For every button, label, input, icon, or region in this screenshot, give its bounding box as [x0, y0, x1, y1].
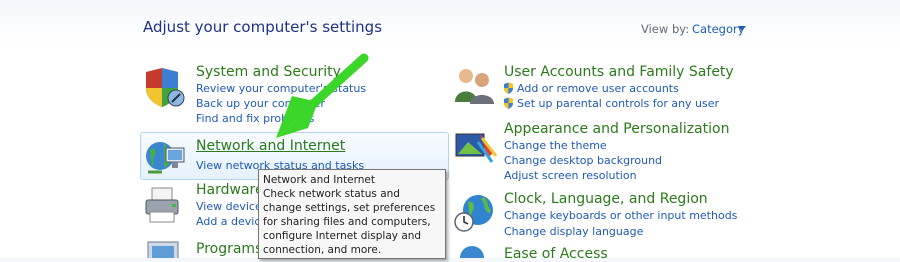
link-change-background[interactable]: Change desktop background	[504, 154, 662, 167]
link-change-display-language[interactable]: Change display language	[504, 225, 643, 238]
ease-of-access-icon	[460, 246, 484, 258]
view-by-label: View by:	[641, 22, 690, 36]
link-add-device[interactable]: Add a device	[196, 215, 267, 228]
view-by-dropdown[interactable]: Category	[692, 22, 745, 36]
printer-icon	[145, 187, 179, 223]
network-globe-icon	[146, 142, 185, 174]
link-adjust-resolution[interactable]: Adjust screen resolution	[504, 169, 637, 182]
link-parental-controls[interactable]: Set up parental controls for any user	[503, 97, 719, 110]
tooltip-body: Check network status and change settings…	[263, 188, 436, 256]
tooltip-network-internet: Network and Internet Check network statu…	[258, 169, 446, 259]
uac-shield-icon	[504, 82, 513, 94]
page-title: Adjust your computer's settings	[143, 18, 383, 36]
link-add-remove-accounts[interactable]: Add or remove user accounts	[503, 82, 679, 95]
uac-shield-icon	[504, 97, 513, 109]
tooltip-title: Network and Internet	[263, 174, 375, 186]
programs-icon	[147, 241, 179, 258]
category-ease-of-access[interactable]: Ease of Access	[504, 246, 608, 262]
category-appearance[interactable]: Appearance and Personalization	[504, 121, 729, 137]
clock-globe-icon	[454, 195, 493, 232]
link-change-keyboards[interactable]: Change keyboards or other input methods	[504, 209, 737, 222]
green-arrow-annotation	[276, 53, 369, 138]
link-parental-controls-label: Set up parental controls for any user	[517, 97, 720, 110]
chevron-down-icon[interactable]	[738, 26, 746, 31]
category-user-accounts[interactable]: User Accounts and Family Safety	[504, 64, 734, 80]
link-add-remove-accounts-label: Add or remove user accounts	[517, 82, 679, 95]
appearance-icon	[455, 133, 498, 163]
link-change-theme[interactable]: Change the theme	[504, 139, 607, 152]
security-shield-icon	[146, 68, 185, 107]
users-icon	[455, 69, 494, 104]
category-programs[interactable]: Programs	[196, 241, 262, 257]
category-clock-language[interactable]: Clock, Language, and Region	[504, 191, 708, 207]
